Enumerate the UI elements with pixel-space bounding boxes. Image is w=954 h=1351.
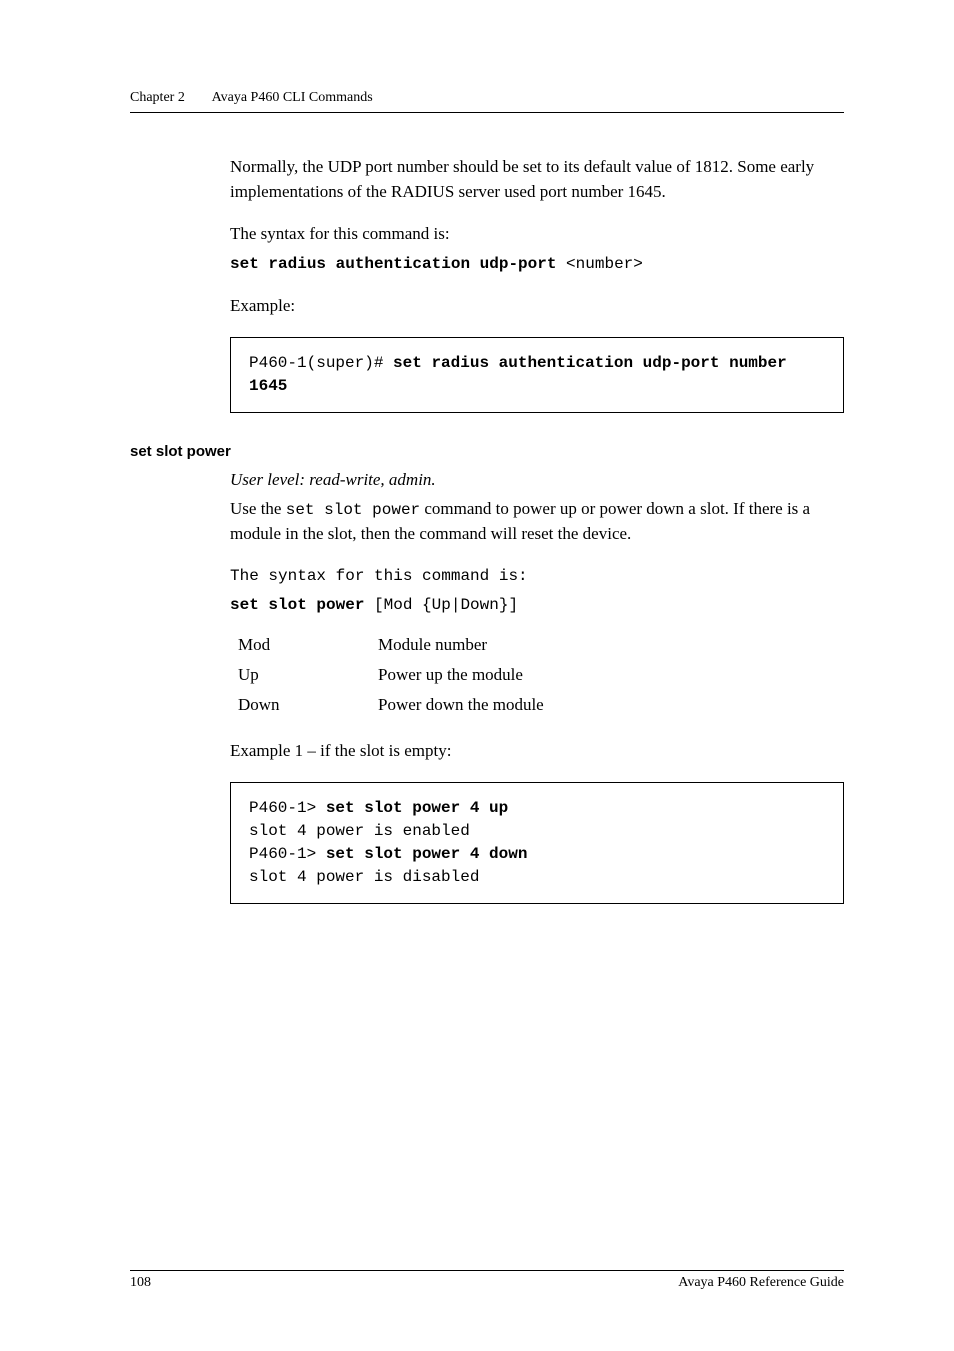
- guide-title: Avaya P460 Reference Guide: [678, 1275, 844, 1291]
- syntax-command: set radius authentication udp-port: [230, 255, 556, 273]
- example-box-2: P460-1> set slot power 4 up slot 4 power…: [230, 782, 844, 905]
- running-head: Chapter 2 Avaya P460 CLI Commands: [130, 90, 844, 113]
- syntax-argument: <number>: [556, 255, 642, 273]
- section-heading: set slot power: [130, 443, 844, 460]
- chapter-number: Chapter 2: [130, 90, 185, 106]
- example2-command: set slot power 4 down: [326, 845, 528, 863]
- slot-syntax-line: set slot power [Mod {Up|Down}]: [230, 592, 844, 617]
- slot-desc-code: set slot power: [286, 501, 420, 519]
- chapter-title: Avaya P460 CLI Commands: [212, 90, 373, 105]
- page-footer: 108 Avaya P460 Reference Guide: [130, 1270, 844, 1291]
- slot-syntax-lead: The syntax for this command is:: [230, 565, 844, 588]
- syntax-line: set radius authentication udp-port <numb…: [230, 251, 844, 276]
- param-name: Mod: [238, 635, 378, 655]
- slot-description: Use the set slot power command to power …: [230, 497, 844, 547]
- param-desc: Power down the module: [378, 695, 844, 715]
- param-name: Up: [238, 665, 378, 685]
- intro-paragraph: Normally, the UDP port number should be …: [230, 155, 844, 204]
- example1-prompt: P460-1(super)#: [249, 354, 393, 372]
- slot-syntax-argument: [Mod {Up|Down}]: [364, 596, 518, 614]
- example2-line: P460-1> set slot power 4 down: [249, 843, 827, 866]
- example2-prompt: P460-1>: [249, 799, 326, 817]
- param-row: Mod Module number: [238, 635, 844, 655]
- param-table: Mod Module number Up Power up the module…: [238, 635, 844, 715]
- example2-line: P460-1> set slot power 4 up: [249, 797, 827, 820]
- param-desc: Module number: [378, 635, 844, 655]
- example2-label: Example 1 – if the slot is empty:: [230, 739, 844, 764]
- slot-desc-pre: Use the: [230, 499, 286, 518]
- page-number: 108: [130, 1275, 151, 1291]
- example2-output: slot 4 power is disabled: [249, 866, 827, 889]
- param-row: Up Power up the module: [238, 665, 844, 685]
- user-level: User level: read-write, admin.: [230, 468, 844, 493]
- example-label: Example:: [230, 294, 844, 319]
- param-name: Down: [238, 695, 378, 715]
- example2-output: slot 4 power is enabled: [249, 820, 827, 843]
- example2-command: set slot power 4 up: [326, 799, 508, 817]
- example-box-1: P460-1(super)# set radius authentication…: [230, 337, 844, 413]
- example2-prompt: P460-1>: [249, 845, 326, 863]
- param-desc: Power up the module: [378, 665, 844, 685]
- syntax-lead: The syntax for this command is:: [230, 222, 844, 247]
- slot-syntax-command: set slot power: [230, 596, 364, 614]
- param-row: Down Power down the module: [238, 695, 844, 715]
